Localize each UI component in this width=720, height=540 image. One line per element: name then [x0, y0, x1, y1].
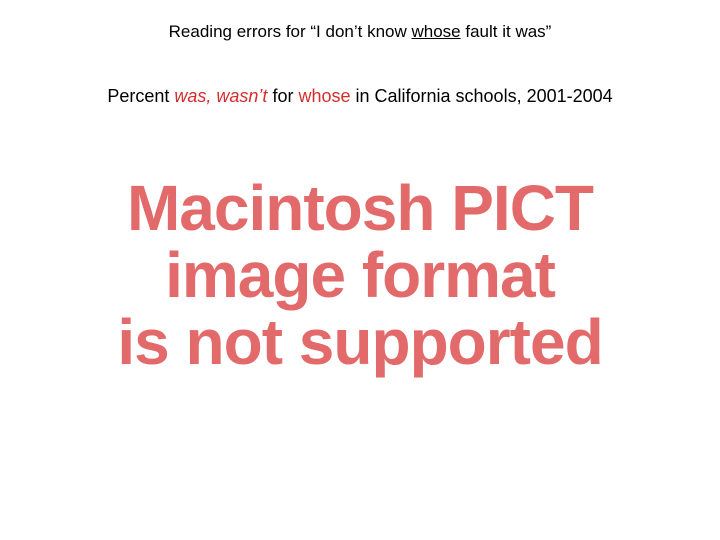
image-error-placeholder: Macintosh PICT image format is not suppo…	[0, 175, 720, 377]
slide-subtitle: Percent was, wasn’t for whose in Califor…	[0, 86, 720, 107]
error-line-1: Macintosh PICT	[0, 175, 720, 242]
subtitle-part1: Percent	[107, 86, 174, 106]
title-suffix: fault it was”	[461, 22, 552, 41]
subtitle-part2: for	[267, 86, 298, 106]
title-prefix: Reading errors for “I don’t know	[169, 22, 412, 41]
title-underlined-word: whose	[412, 22, 461, 41]
error-line-2: image format	[0, 242, 720, 309]
subtitle-red-italic: was, wasn’t	[174, 86, 267, 106]
subtitle-red-word: whose	[298, 86, 350, 106]
slide-title: Reading errors for “I don’t know whose f…	[0, 22, 720, 42]
error-line-3: is not supported	[0, 309, 720, 376]
subtitle-part3: in California schools, 2001-2004	[350, 86, 612, 106]
